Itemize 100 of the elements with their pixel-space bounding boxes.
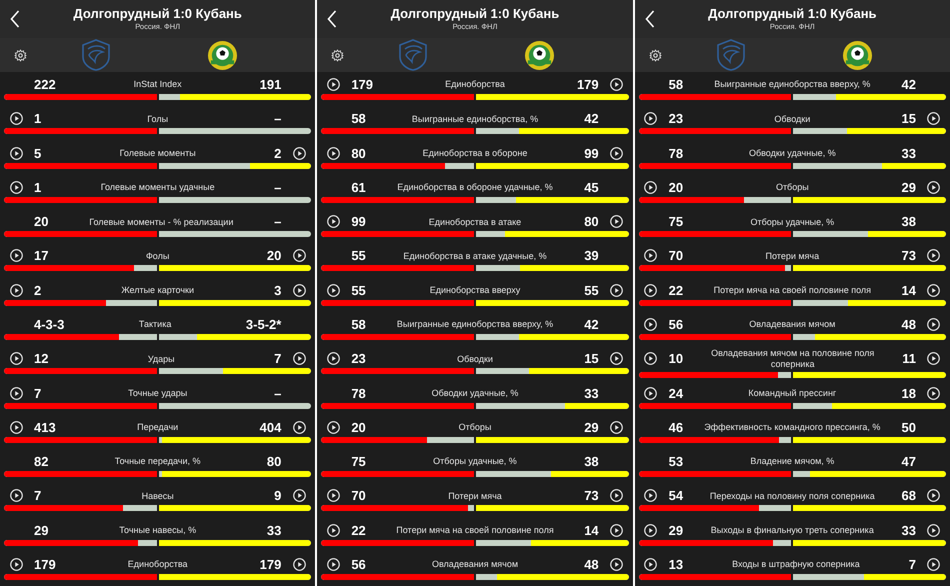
play-icon[interactable] — [927, 249, 940, 262]
home-value: 58 — [668, 78, 684, 92]
play-icon[interactable] — [10, 558, 22, 571]
play-icon[interactable] — [610, 558, 624, 571]
away-value: 404 — [260, 420, 282, 434]
play-icon[interactable] — [644, 524, 658, 537]
play-icon[interactable] — [326, 352, 340, 366]
play-icon[interactable] — [10, 180, 22, 194]
home-value: 23 — [668, 112, 684, 126]
play-icon[interactable] — [326, 215, 340, 228]
play-icon[interactable] — [927, 558, 940, 571]
play-icon[interactable] — [927, 112, 940, 126]
stat-label: Отборы удачные, % — [433, 456, 517, 467]
play-icon[interactable] — [610, 146, 624, 160]
away-value: 38 — [902, 215, 916, 228]
play-icon[interactable] — [10, 249, 22, 262]
play-icon[interactable] — [927, 489, 940, 502]
home-value: 78 — [668, 146, 684, 160]
play-icon[interactable] — [326, 558, 340, 571]
play-icon[interactable] — [927, 524, 940, 537]
away-value: 7 — [274, 352, 282, 366]
play-icon[interactable] — [927, 318, 940, 331]
play-icon[interactable] — [644, 284, 658, 297]
play-icon[interactable] — [610, 489, 624, 502]
stat-label: Точные передачи, % — [114, 456, 201, 467]
play-icon[interactable] — [292, 352, 306, 366]
away-value: 179 — [576, 78, 599, 92]
play-icon[interactable] — [927, 180, 940, 194]
play-icon[interactable] — [292, 558, 306, 571]
home-value: 56 — [668, 318, 684, 331]
play-icon[interactable] — [644, 249, 658, 262]
play-icon[interactable] — [610, 352, 624, 366]
play-icon[interactable] — [644, 558, 658, 571]
away-value: 11 — [902, 352, 916, 366]
play-icon[interactable] — [10, 352, 22, 366]
play-icon[interactable] — [292, 284, 306, 297]
away-value: 55 — [584, 284, 599, 297]
play-icon[interactable] — [10, 112, 22, 126]
stat-label: Единоборства в обороне — [422, 148, 528, 158]
away-value: – — [274, 112, 282, 126]
away-value: 42 — [584, 318, 599, 331]
home-value: 58 — [351, 112, 366, 126]
away-value: 3 — [274, 284, 282, 297]
play-icon[interactable] — [326, 284, 340, 297]
home-value: 58 — [351, 318, 366, 331]
play-icon[interactable] — [10, 386, 22, 400]
stat-label: Потери мяча — [766, 250, 820, 262]
play-icon[interactable] — [326, 78, 340, 92]
away-value: 45 — [584, 180, 599, 194]
play-icon[interactable] — [610, 420, 624, 434]
play-icon[interactable] — [644, 180, 658, 194]
settings-icon[interactable] — [648, 48, 662, 62]
play-icon[interactable] — [644, 112, 658, 126]
play-icon[interactable] — [610, 78, 624, 92]
away-value: 33 — [584, 386, 599, 400]
play-icon[interactable] — [610, 215, 624, 228]
play-icon[interactable] — [292, 420, 306, 434]
play-icon[interactable] — [10, 146, 22, 160]
play-icon[interactable] — [644, 352, 658, 366]
away-value: 33 — [902, 524, 916, 537]
play-icon[interactable] — [10, 284, 22, 297]
stat-label: Потери мяча — [448, 490, 502, 501]
stat-label: Единоборства в атаке — [428, 216, 522, 227]
play-icon[interactable] — [292, 249, 306, 262]
play-icon[interactable] — [644, 386, 658, 400]
home-value: 99 — [351, 215, 366, 228]
play-icon[interactable] — [644, 318, 658, 331]
play-icon[interactable] — [10, 420, 22, 434]
away-value: 29 — [584, 420, 599, 434]
stat-label: Овладевания мячом на половине поля соперника — [710, 348, 876, 370]
stat-label: Эффективность командного прессинга, % — [704, 422, 880, 432]
play-icon[interactable] — [644, 489, 658, 502]
home-value: 413 — [34, 420, 56, 434]
play-icon[interactable] — [927, 386, 940, 400]
home-value: 179 — [34, 558, 56, 571]
back-icon[interactable] — [10, 10, 20, 28]
stat-label: Голы — [147, 114, 168, 124]
play-icon[interactable] — [292, 146, 306, 160]
play-icon[interactable] — [10, 489, 22, 502]
back-icon[interactable] — [644, 10, 655, 28]
settings-icon[interactable] — [331, 48, 344, 62]
home-value: 70 — [351, 489, 366, 502]
stat-label: Точные навесы, % — [119, 524, 196, 536]
play-icon[interactable] — [326, 489, 340, 502]
play-icon[interactable] — [326, 146, 340, 160]
back-icon[interactable] — [327, 10, 338, 28]
stat-label: Переходы на половину поля соперника — [710, 490, 875, 501]
ball-emblem-icon — [207, 40, 238, 70]
play-icon[interactable] — [927, 284, 940, 297]
play-icon[interactable] — [927, 352, 940, 366]
play-icon[interactable] — [610, 524, 624, 537]
home-value: 1 — [34, 180, 42, 194]
settings-icon[interactable] — [14, 48, 27, 62]
play-icon[interactable] — [326, 420, 340, 434]
home-value: 179 — [351, 78, 374, 92]
home-value: 20 — [668, 180, 684, 194]
play-icon[interactable] — [292, 489, 306, 502]
play-icon[interactable] — [610, 284, 624, 297]
play-icon[interactable] — [326, 524, 340, 537]
away-value: 20 — [266, 249, 282, 262]
